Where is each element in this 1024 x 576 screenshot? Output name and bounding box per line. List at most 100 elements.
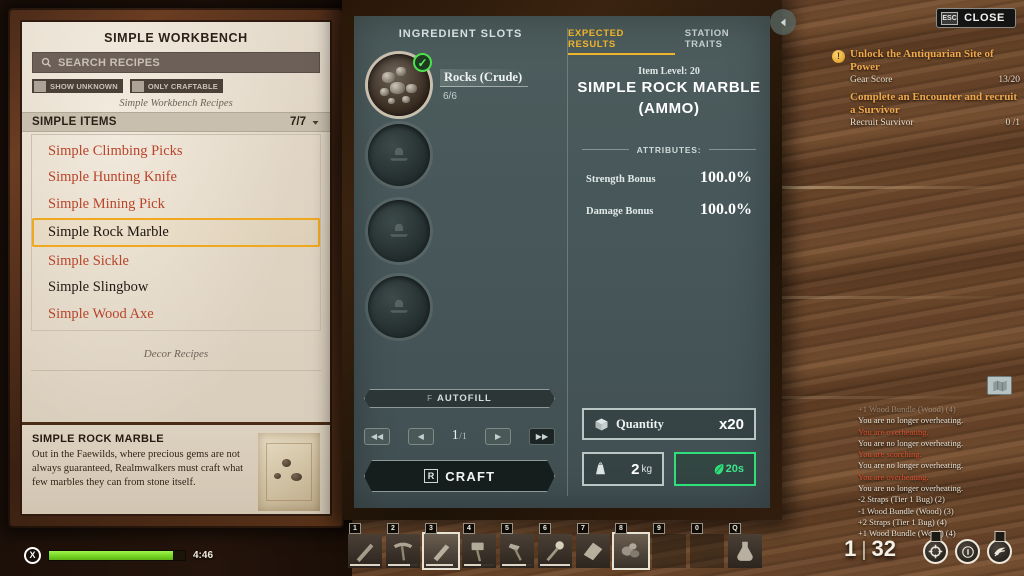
recipe-list: Simple Climbing Picks Simple Hunting Kni… [31, 134, 321, 332]
status-effect-icon[interactable]: X [24, 547, 41, 564]
back-arrow-icon [778, 17, 789, 28]
toggle-show-unknown[interactable]: SHOW UNKNOWN [32, 79, 123, 93]
recipe-item-simple-rock-marble[interactable]: Simple Rock Marble [32, 218, 320, 247]
craft-button[interactable]: R CRAFT [364, 460, 555, 492]
ingredient-column: INGREDIENT SLOTS ✓ Rocks (Crude) 6/6 F A… [354, 16, 567, 508]
hotbar-key: 5 [501, 523, 513, 534]
hotbar-slot-7[interactable]: 7 [576, 523, 610, 568]
ingredient-slot-1[interactable]: ✓ Rocks (Crude) 6/6 [354, 53, 567, 116]
last-button[interactable]: ▶▶ [528, 427, 555, 445]
durability-bar [426, 564, 456, 566]
hammer-icon [466, 538, 492, 564]
result-item-level: Item Level: 20 [638, 66, 700, 77]
stamina-icon[interactable] [987, 531, 1012, 564]
quantity-label: Quantity [616, 416, 664, 431]
hotbar-key: 1 [349, 523, 361, 534]
status-icon-group [923, 531, 1012, 564]
quantity-value: x20 [718, 415, 744, 433]
durability-bar [502, 564, 532, 566]
hotbar-slot-1[interactable]: 1 [348, 523, 382, 568]
hotbar-slot-q[interactable]: Q [728, 523, 762, 568]
tab-station-traits[interactable]: STATION TRAITS [685, 28, 770, 55]
target-icon[interactable] [923, 531, 948, 564]
hotbar-slot-8[interactable]: 8 [614, 523, 648, 568]
ammo-current: 1 [844, 536, 857, 561]
quantity-stepper: ◀◀ ◀ 1/1 ▶ ▶▶ [364, 426, 555, 446]
axe-icon [428, 538, 454, 564]
hotbar-slot-6[interactable]: 6 [538, 523, 572, 568]
next-button[interactable]: ▶ [485, 427, 512, 445]
durability-bar [388, 564, 418, 566]
hotbar-slot-4[interactable]: 4 [462, 523, 496, 568]
health-bar-group: X 4:46 [24, 547, 213, 564]
quest-marker-icon: ! [832, 50, 845, 63]
divider [31, 370, 321, 372]
flask-icon [732, 538, 758, 564]
ingredient-slot-1-icon[interactable]: ✓ [368, 53, 432, 116]
close-button[interactable]: ESC CLOSE [936, 8, 1016, 28]
ingredient-slot-3[interactable] [368, 200, 430, 262]
hotbar-key: 6 [539, 523, 551, 534]
page-title: SIMPLE WORKBENCH [104, 31, 248, 45]
chevron-down-icon [311, 118, 320, 127]
results-tabs: EXPECTED RESULTS STATION TRAITS [568, 28, 770, 55]
tab-expected-results[interactable]: EXPECTED RESULTS [568, 28, 675, 55]
attribute-name: Strength Bonus [586, 173, 656, 185]
hotbar-slot-9[interactable]: 9 [652, 523, 686, 568]
filter-toggles: SHOW UNKNOWN ONLY CRAFTABLE [32, 79, 320, 93]
recipe-book-panel: SIMPLE WORKBENCH SEARCH RECIPES SHOW UNK… [8, 8, 344, 528]
craft-quantity-max: /1 [459, 431, 468, 441]
recipe-item-simple-slingbow[interactable]: Simple Slingbow [32, 274, 320, 300]
log-line: You are no longer overheating. [858, 460, 964, 471]
search-input[interactable]: SEARCH RECIPES [32, 52, 320, 73]
recipe-item-simple-mining-pick[interactable]: Simple Mining Pick [32, 191, 320, 217]
first-button[interactable]: ◀◀ [364, 427, 390, 445]
quest-item[interactable]: Complete an Encounter and recruit a Surv… [832, 91, 1020, 128]
hotbar-key: 2 [387, 523, 399, 534]
log-line: You are no longer overheating. [858, 415, 964, 426]
durability-bar [540, 564, 570, 566]
minimap-toggle[interactable] [987, 376, 1012, 395]
game-screen: SIMPLE WORKBENCH SEARCH RECIPES SHOW UNK… [0, 0, 1024, 576]
hotbar-slot-2[interactable]: 2 [386, 523, 420, 568]
durability-bar [350, 564, 380, 566]
recipe-item-simple-climbing-picks[interactable]: Simple Climbing Picks [32, 138, 320, 164]
info-icon[interactable] [955, 539, 980, 564]
close-key: ESC [941, 11, 959, 25]
hotbar-slot-5[interactable]: 5 [500, 523, 534, 568]
search-placeholder: SEARCH RECIPES [58, 56, 160, 69]
torch-icon [542, 538, 568, 564]
box-icon [594, 417, 609, 432]
ingredient-slot-2[interactable] [368, 124, 430, 186]
decor-recipes-label[interactable]: Decor Recipes [22, 348, 330, 360]
log-line: -1 Wood Bundle (Wood) (3) [858, 505, 954, 516]
attributes-divider: ATTRIBUTES: [582, 145, 756, 155]
hotbar: 1 2 3 4 5 6 7 8 9 0 Q [348, 523, 762, 568]
recipe-item-simple-sickle[interactable]: Simple Sickle [32, 248, 320, 274]
hotbar-slot-3[interactable]: 3 [424, 523, 458, 568]
ammo-pip-icon [930, 531, 941, 542]
category-header-simple-items[interactable]: SIMPLE ITEMS 7/7 [22, 112, 330, 132]
spear-icon [352, 538, 378, 564]
craft-quantity-value: 1/1 [452, 428, 468, 444]
quest-title: Unlock the Antiquarian Site of Power [850, 48, 994, 73]
prev-button[interactable]: ◀ [407, 427, 434, 445]
description-body: Out in the Faewilds, where precious gems… [32, 449, 244, 488]
toggle-only-craftable[interactable]: ONLY CRAFTABLE [129, 79, 223, 93]
craft-time-box: 20s [674, 452, 756, 486]
ingredient-slot-4[interactable] [368, 276, 430, 338]
hotbar-slot-10[interactable]: 0 [690, 523, 724, 568]
hotbar-key: 0 [691, 523, 703, 534]
back-button[interactable] [770, 9, 796, 35]
category-count: 7/7 [290, 116, 306, 128]
quest-item[interactable]: ! Unlock the Antiquarian Site of Power G… [832, 48, 1020, 85]
recipe-item-simple-hunting-knife[interactable]: Simple Hunting Knife [32, 164, 320, 190]
results-column: EXPECTED RESULTS STATION TRAITS Item Lev… [568, 16, 770, 508]
toggle-knob [34, 80, 46, 92]
recipe-item-simple-wood-axe[interactable]: Simple Wood Axe [32, 301, 320, 327]
stamina-pip-icon [994, 531, 1005, 542]
empty-slot-icon [368, 276, 430, 338]
plank-highlight [760, 186, 1024, 189]
mallet-icon [504, 538, 530, 564]
autofill-button[interactable]: F AUTOFILL [364, 389, 555, 408]
